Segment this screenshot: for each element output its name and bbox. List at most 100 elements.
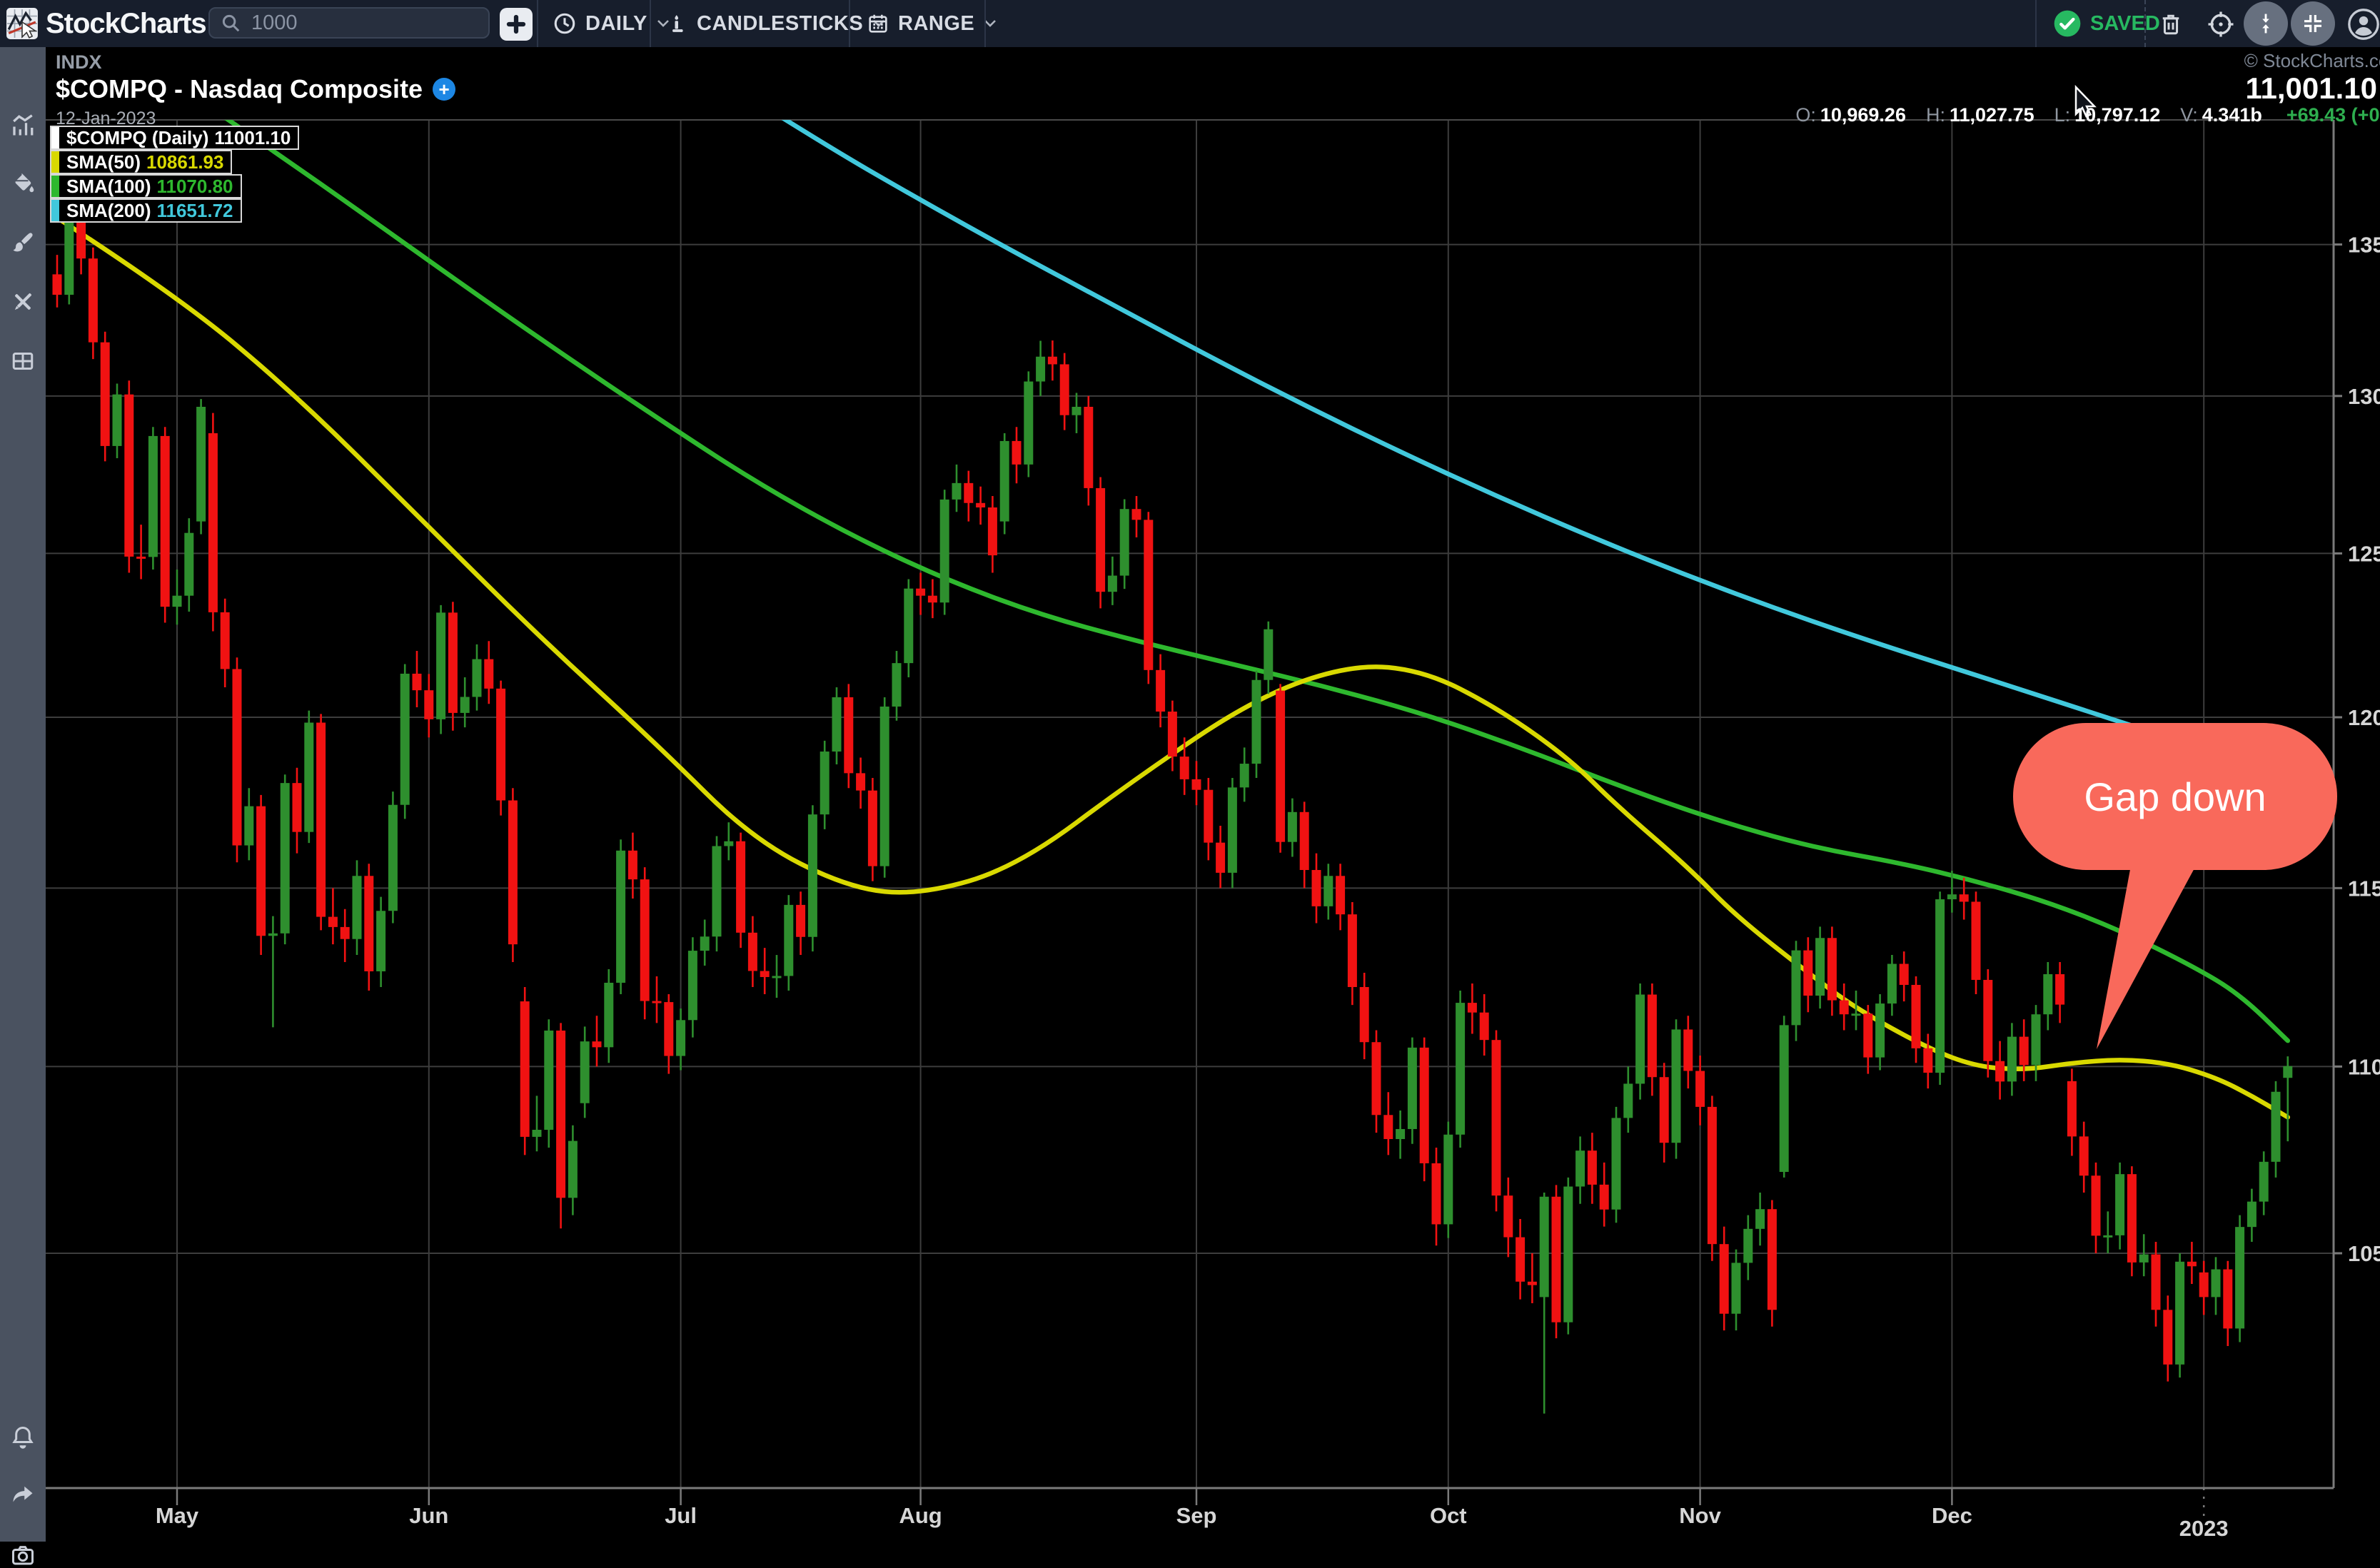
range-dropdown[interactable]: RANGE — [867, 0, 997, 47]
clock-icon — [553, 11, 577, 36]
check-circle-icon — [2053, 9, 2082, 38]
stockcharts-logo-icon[interactable] — [6, 7, 39, 40]
sma-lines — [57, 84, 2288, 1117]
chart-type-label: CANDLESTICKS — [697, 12, 863, 36]
svg-text:11500: 11500 — [2348, 876, 2380, 901]
svg-text:13000: 13000 — [2348, 384, 2380, 409]
low-label: L: — [2054, 104, 2071, 126]
axis-labels: 13500 13000 12500 12000 11500 11000 10500 May Ju… — [156, 233, 2380, 1541]
layout-grid-icon[interactable] — [10, 348, 36, 374]
tool-sidebar — [0, 47, 46, 1542]
crosshair-tool-button[interactable] — [2204, 8, 2237, 41]
change-value: +69.43 (+0.64%) — [2286, 104, 2380, 126]
axes — [46, 120, 2334, 1488]
open-value: 10,969.26 — [1820, 104, 1906, 126]
price-chart[interactable]: 13500 13000 12500 12000 11500 11000 10500 May Ju… — [46, 47, 2380, 1542]
collapse-vertical-button[interactable] — [2244, 1, 2288, 46]
svg-text:Nov: Nov — [1679, 1503, 1721, 1528]
low-value: 10,797.12 — [2074, 104, 2160, 126]
fill-color-icon[interactable] — [10, 171, 36, 196]
svg-text:13500: 13500 — [2348, 233, 2380, 258]
chart-settings-icon[interactable] — [10, 113, 36, 138]
compress-view-button[interactable] — [2291, 1, 2335, 46]
svg-text:2023: 2023 — [2179, 1516, 2229, 1541]
share-icon[interactable] — [10, 1482, 36, 1507]
sma-line — [177, 84, 2288, 1041]
legend-sma200[interactable]: SMA(200)11651.72 — [50, 198, 242, 223]
exchange-label: INDX — [56, 51, 102, 74]
saved-label: SAVED — [2090, 12, 2160, 36]
svg-text:Jun: Jun — [409, 1503, 448, 1528]
legend-sma100[interactable]: SMA(100)11070.80 — [50, 174, 242, 198]
collapse-vertical-icon — [2254, 11, 2278, 36]
candlestick-icon — [667, 11, 688, 36]
legend-swatch — [51, 176, 59, 197]
toolbar-divider — [650, 0, 651, 47]
candles — [53, 197, 2293, 1413]
user-icon — [2348, 9, 2379, 40]
crosshair-icon — [2207, 10, 2235, 39]
top-toolbar: StockCharts DAILY CANDLESTICKS — [0, 0, 2380, 47]
symbol-search[interactable] — [208, 7, 490, 39]
plus-icon — [505, 14, 527, 35]
legend-sma50[interactable]: SMA(50)10861.93 — [50, 150, 232, 174]
gridlines — [46, 120, 2334, 1488]
high-value: 11,027.75 — [1950, 104, 2034, 126]
trash-icon — [2158, 11, 2184, 38]
volume-value: 4.341b — [2202, 104, 2262, 126]
search-input[interactable] — [250, 11, 467, 36]
svg-text:12000: 12000 — [2348, 705, 2380, 730]
svg-text:Aug: Aug — [899, 1503, 942, 1528]
calendar-icon — [867, 12, 889, 35]
chart-title: $COMPQ - Nasdaq Composite + — [56, 74, 455, 104]
open-label: O: — [1795, 104, 1816, 126]
legend-value: 10861.93 — [146, 151, 231, 173]
brush-icon[interactable] — [10, 230, 36, 256]
toolbar-divider-dashed — [2144, 0, 2147, 47]
search-icon — [220, 12, 241, 34]
legend-swatch — [51, 151, 59, 173]
toolbar-divider — [2035, 0, 2037, 47]
compress-icon — [2301, 12, 2324, 35]
legend-swatch — [51, 200, 59, 221]
account-button[interactable] — [2347, 8, 2380, 41]
stockcharts-app: { "topbar": { "logo_text": "StockCharts"… — [0, 0, 2380, 1542]
legend-value: 11001.10 — [214, 127, 298, 148]
svg-text:Jul: Jul — [665, 1503, 697, 1528]
svg-text:12500: 12500 — [2348, 541, 2380, 566]
delete-chart-button[interactable] — [2154, 8, 2187, 41]
add-chart-button[interactable] — [500, 8, 533, 41]
period-dropdown[interactable]: DAILY — [553, 0, 670, 47]
legend-main[interactable]: $COMPQ (Daily)11001.10 — [50, 126, 299, 150]
svg-text:Sep: Sep — [1176, 1503, 1217, 1528]
range-label: RANGE — [898, 12, 974, 36]
annotation-tools-icon[interactable] — [10, 289, 36, 315]
legend-label: SMA(50) — [59, 151, 146, 173]
symbol-name: $COMPQ - Nasdaq Composite — [56, 74, 423, 104]
high-label: H: — [1926, 104, 1945, 126]
toolbar-divider — [537, 0, 538, 47]
toolbar-divider — [849, 0, 850, 47]
toolbar-divider — [984, 0, 986, 47]
chart-type-dropdown[interactable]: CANDLESTICKS — [667, 0, 886, 47]
period-label: DAILY — [585, 12, 647, 36]
svg-text:May: May — [156, 1503, 199, 1528]
app-title: StockCharts — [46, 0, 206, 47]
ohlcv-readout: O:10,969.26 H:11,027.75 L:10,797.12 V:4.… — [1795, 104, 2380, 126]
legend-label: $COMPQ (Daily) — [59, 127, 214, 148]
svg-text:Gap down: Gap down — [2084, 774, 2266, 819]
sma-line — [729, 84, 2288, 836]
copyright-note: © StockCharts.com — [2244, 50, 2380, 72]
add-symbol-icon[interactable]: + — [433, 78, 455, 101]
legend-label: SMA(200) — [59, 200, 156, 221]
alerts-bell-icon[interactable] — [10, 1425, 36, 1450]
legend-value: 11070.80 — [156, 176, 240, 197]
svg-text:10500: 10500 — [2348, 1241, 2380, 1266]
legend-label: SMA(100) — [59, 176, 156, 197]
snapshot-camera-icon[interactable] — [10, 1542, 36, 1568]
svg-text:Oct: Oct — [1430, 1503, 1467, 1528]
svg-text:Dec: Dec — [1932, 1503, 1972, 1528]
legend-swatch — [51, 127, 59, 148]
last-price: 11,001.10 — [2245, 71, 2377, 106]
svg-text:11000: 11000 — [2348, 1054, 2380, 1079]
